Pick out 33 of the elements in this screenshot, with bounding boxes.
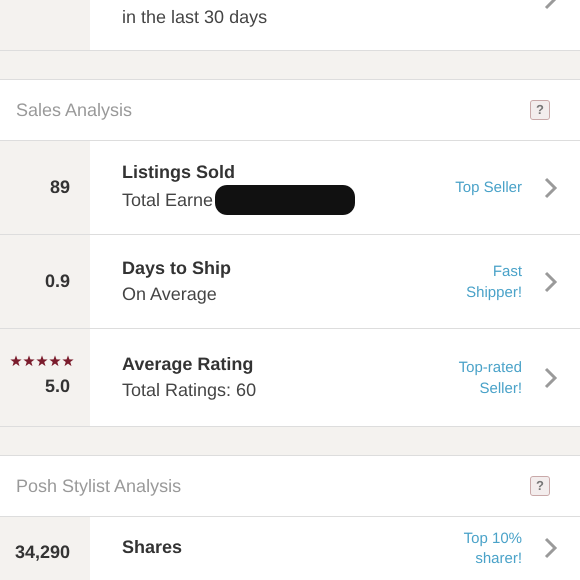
stat-row[interactable]: 0.9 Days to Ship On Average Fast Shipper! bbox=[0, 235, 580, 329]
chevron-right-icon bbox=[544, 366, 558, 388]
stat-value: 5.0 bbox=[44, 375, 70, 398]
star-icon bbox=[23, 355, 35, 367]
stat-subtitle: Total Ratings: 60 bbox=[122, 378, 256, 402]
star-icon bbox=[10, 355, 22, 367]
stat-title: Listings Sold bbox=[122, 160, 236, 184]
star-icon bbox=[62, 355, 74, 367]
stat-row[interactable]: 89 Listings Sold Total Earne Top Seller bbox=[0, 141, 580, 235]
stat-title: Average Rating bbox=[122, 353, 254, 376]
stat-subtitle: On Average bbox=[122, 282, 217, 306]
stat-subtitle: Total Earne bbox=[122, 188, 214, 212]
help-button[interactable]: ? bbox=[530, 100, 550, 120]
chevron-right-icon bbox=[544, 537, 558, 559]
stat-value: 34,290 bbox=[14, 541, 70, 564]
stat-value: 0.9 bbox=[44, 270, 70, 293]
achievement-label: Top Seller bbox=[455, 178, 523, 198]
achievement-label: Fast Shipper! bbox=[466, 262, 523, 302]
stat-value: 89 bbox=[50, 176, 70, 199]
stat-row[interactable]: 34,290 Shares Top 10% sharer! bbox=[0, 517, 580, 580]
stat-title: Days to Ship bbox=[122, 257, 232, 280]
chevron-right-icon bbox=[544, 270, 558, 292]
star-icon bbox=[36, 355, 48, 367]
row-subtitle: in the last 30 days bbox=[122, 6, 268, 29]
stat-row[interactable]: 5.0 Average Rating Total Ratings: 60 Top-rated Seller! bbox=[0, 329, 580, 427]
star-icon bbox=[49, 355, 61, 367]
help-button[interactable]: ? bbox=[530, 476, 550, 496]
section-title: Posh Stylist Analysis bbox=[16, 474, 182, 498]
achievement-label: Top-rated Seller! bbox=[458, 358, 523, 398]
stat-title: Shares bbox=[122, 536, 184, 559]
section-title: Sales Analysis bbox=[16, 98, 132, 122]
achievement-label: Top 10% sharer! bbox=[464, 529, 523, 568]
chevron-right-icon bbox=[544, 176, 558, 198]
